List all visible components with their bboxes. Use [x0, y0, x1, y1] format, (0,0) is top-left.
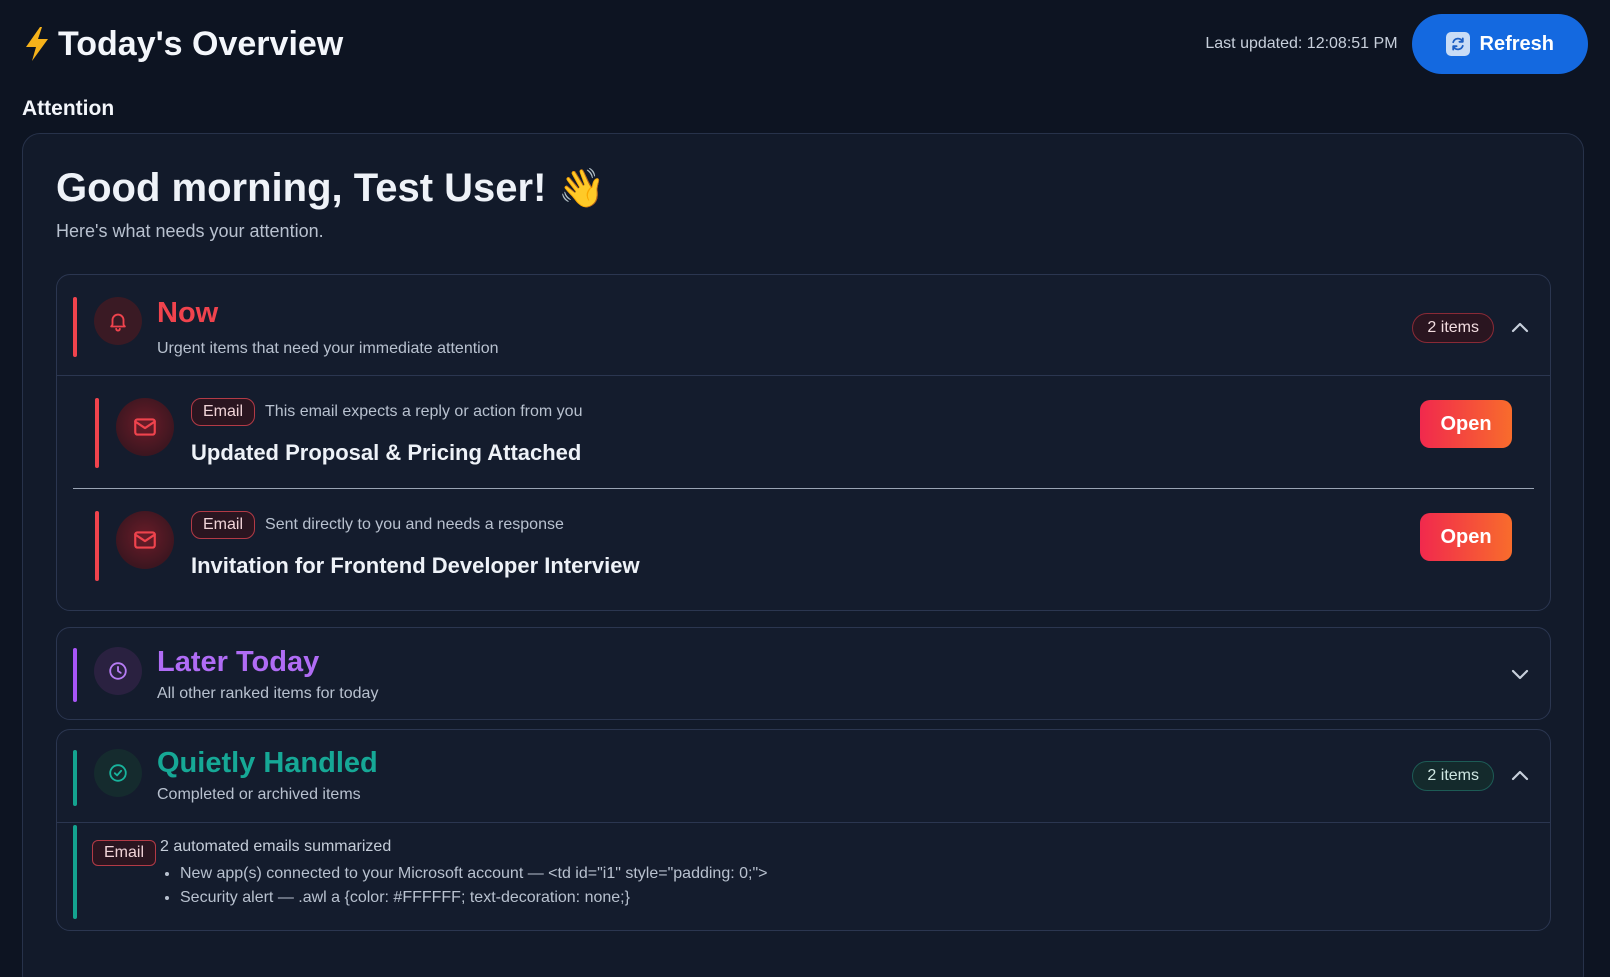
page-title: Today's Overview [22, 25, 343, 64]
greeting-subtitle: Here's what needs your attention. [56, 221, 324, 241]
list-item[interactable]: Email Sent directly to you and needs a r… [57, 489, 1550, 601]
group-now-count-badge: 2 items [1412, 313, 1494, 343]
item-accent [95, 511, 99, 581]
page-title-text: Today's Overview [58, 24, 344, 63]
chevron-up-icon[interactable] [1508, 316, 1532, 340]
summary-list: New app(s) connected to your Microsoft a… [180, 862, 767, 910]
lightning-icon [26, 27, 48, 61]
group-quiet-subtitle: Completed or archived items [157, 786, 361, 803]
summary-type-tag: Email [92, 840, 157, 866]
clock-icon [94, 647, 142, 695]
greeting-text: Good morning, Test User! [56, 166, 547, 210]
summary-line: New app(s) connected to your Microsoft a… [180, 862, 767, 886]
group-quietly-handled: Quietly Handled Completed or archived it… [56, 729, 1551, 931]
header: Today's Overview Last updated: 12:08:51 … [22, 0, 1588, 88]
group-quiet-count-badge: 2 items [1412, 761, 1494, 791]
summary-heading: 2 automated emails summarized [160, 838, 392, 855]
wave-emoji: 👋 [558, 166, 606, 210]
summary-accent [73, 825, 77, 919]
item-title: Invitation for Frontend Developer Interv… [191, 553, 640, 578]
item-type-tag: Email [191, 511, 256, 539]
group-quiet-title: Quietly Handled [157, 747, 378, 779]
last-updated-text: Last updated: 12:08:51 PM [1205, 35, 1398, 52]
handled-summary: Email 2 automated emails summarized New … [57, 823, 1550, 933]
section-label: Attention [22, 97, 115, 120]
item-title: Updated Proposal & Pricing Attached [191, 440, 582, 465]
group-now: Now Urgent items that need your immediat… [56, 274, 1551, 611]
group-now-header[interactable]: Now Urgent items that need your immediat… [57, 275, 1550, 375]
item-accent [95, 398, 99, 468]
group-later-accent [73, 648, 77, 702]
group-quiet-accent [73, 750, 77, 806]
item-reason: Sent directly to you and needs a respons… [265, 516, 564, 533]
attention-card: Good morning, Test User! 👋 Here's what n… [22, 133, 1584, 977]
group-later-header[interactable]: Later Today All other ranked items for t… [57, 628, 1550, 721]
mail-icon [116, 398, 174, 456]
greeting-title: Good morning, Test User! 👋 [56, 166, 1550, 211]
chevron-down-icon[interactable] [1508, 662, 1532, 686]
refresh-icon [1445, 32, 1470, 56]
item-reason: This email expects a reply or action fro… [265, 403, 583, 420]
refresh-label: Refresh [1479, 32, 1554, 55]
group-now-subtitle: Urgent items that need your immediate at… [157, 340, 499, 357]
overview-page: Today's Overview Last updated: 12:08:51 … [0, 0, 1610, 977]
chevron-up-icon[interactable] [1508, 764, 1532, 788]
summary-line: Security alert — .awl a {color: #FFFFFF;… [180, 886, 767, 910]
open-button[interactable]: Open [1420, 513, 1512, 561]
refresh-button[interactable]: Refresh [1411, 14, 1588, 74]
group-now-accent [73, 297, 77, 357]
group-later-subtitle: All other ranked items for today [157, 685, 379, 702]
check-circle-icon [94, 749, 142, 797]
group-now-title: Now [157, 297, 219, 329]
group-later-today: Later Today All other ranked items for t… [56, 627, 1551, 720]
mail-icon [116, 511, 174, 569]
group-later-title: Later Today [157, 646, 320, 678]
item-type-tag: Email [191, 398, 256, 426]
open-button[interactable]: Open [1420, 400, 1512, 448]
group-quiet-header[interactable]: Quietly Handled Completed or archived it… [57, 730, 1550, 822]
bell-icon [94, 297, 142, 345]
list-item[interactable]: Email This email expects a reply or acti… [57, 376, 1550, 488]
